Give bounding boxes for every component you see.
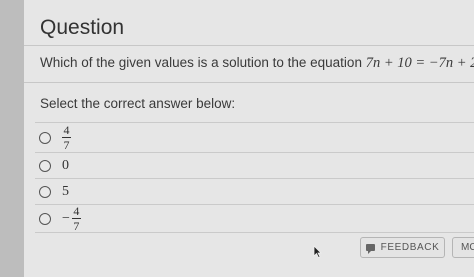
left-sidebar-strip	[0, 0, 24, 277]
divider	[24, 82, 474, 83]
radio-button[interactable]	[39, 212, 51, 225]
fraction: 4 7	[71, 204, 81, 233]
answer-option-1[interactable]: 4 7	[35, 122, 474, 152]
page-title: Question	[40, 16, 125, 39]
answer-instruction: Select the correct answer below:	[40, 96, 236, 111]
more-button-label: MC	[461, 242, 474, 253]
fraction-numerator: 4	[63, 123, 70, 137]
fraction: 4 7	[62, 124, 71, 151]
more-button[interactable]: MC	[452, 237, 474, 258]
divider	[35, 232, 474, 233]
fraction-numerator: 4	[73, 204, 80, 218]
answer-option-4[interactable]: − 4 7	[35, 204, 474, 232]
radio-button[interactable]	[39, 185, 51, 198]
answer-option-3[interactable]: 5	[35, 178, 474, 204]
question-prompt: Which of the given values is a solution …	[40, 55, 362, 70]
option-label: 5	[62, 183, 69, 199]
option-label: 4 7	[62, 124, 71, 151]
feedback-icon	[365, 244, 375, 254]
option-label: 0	[62, 157, 69, 173]
mouse-pointer-icon	[313, 245, 322, 258]
fraction-denominator: 7	[73, 219, 80, 233]
feedback-button[interactable]: FEEDBACK	[360, 237, 445, 258]
radio-button[interactable]	[39, 159, 51, 172]
radio-button[interactable]	[39, 131, 51, 144]
question-equation: 7n + 10 = −7n + 2?	[365, 55, 474, 71]
feedback-button-label: FEEDBACK	[380, 242, 440, 253]
negative-sign: −	[62, 210, 70, 226]
fraction-denominator: 7	[63, 138, 70, 152]
option-label: − 4 7	[62, 205, 81, 232]
question-text: Which of the given values is a solution …	[40, 55, 474, 72]
answer-option-2[interactable]: 0	[35, 152, 474, 178]
divider	[24, 45, 474, 46]
